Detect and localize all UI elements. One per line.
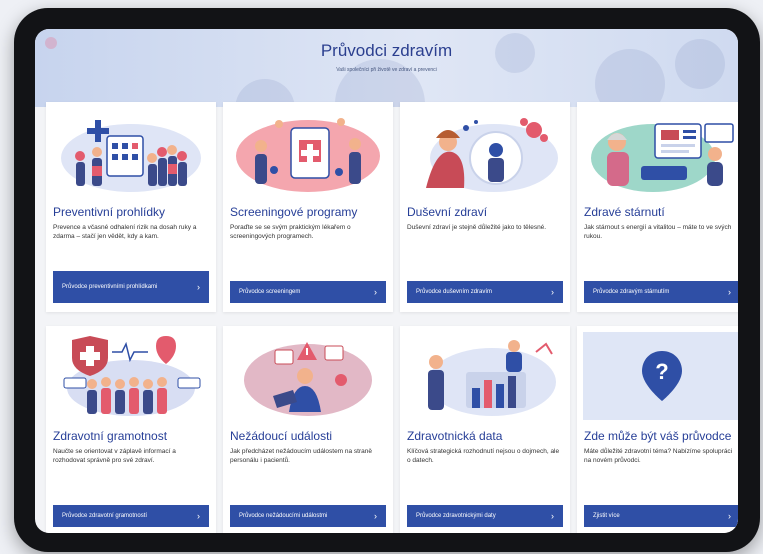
card-description: Duševní zdraví je stejně důležité jako t… [407,224,547,231]
button-label: Průvodce preventivními prohlídkami [62,284,158,290]
page-subtitle: Vaši společníci při životě ve zdraví a p… [336,67,437,73]
guide-button-dusevni-zdravi[interactable]: Průvodce duševním zdravím › [407,281,563,303]
learn-more-button[interactable]: Zjistit více › [584,505,738,527]
button-label: Zjistit více [593,513,620,519]
page-header: Průvodci zdravím Vaši společníci při živ… [35,29,738,107]
guide-button-zdrave-starnuti[interactable]: Průvodce zdravým stárnutím › [584,281,738,303]
guide-card-zdrave-starnuti: Zdravé stárnutí Jak stárnout s energií a… [577,102,738,312]
card-description: Jak stárnout s energií a vitalitou – mát… [584,224,732,240]
guide-button-zdravotnicka-data[interactable]: Průvodce zdravotnickými daty › [407,505,563,527]
guide-button-nezadouci-udalosti[interactable]: Průvodce nežádoucími událostmi › [230,505,386,527]
app-screen: Průvodci zdravím Vaši společníci při živ… [35,29,738,533]
guide-card-screeningove-programy: Screeningové programy Poraďte se se svým… [223,102,393,312]
question-pin-icon: ? [642,351,682,401]
guide-card-nezadouci-udalosti: Nežádoucí události Jak předcházet nežádo… [223,326,393,533]
healthy-ageing-illustration [591,123,734,192]
guide-card-dusevni-zdravi: Duševní zdraví Duševní zdraví je stejně … [400,102,570,312]
chevron-right-icon: › [728,511,731,521]
guide-button-zdravotni-gramotnost[interactable]: Průvodce zdravotní gramotností › [53,505,209,527]
card-title: Preventivní prohlídky [53,205,166,219]
card-description: Máte důležité zdravotní téma? Nabízíme s… [584,448,733,464]
chevron-right-icon: › [374,511,377,521]
card-description: Jak předcházet nežádoucím událostem na s… [230,448,373,464]
button-label: Průvodce nežádoucími událostmi [239,513,328,519]
preventive-checkup-illustration [61,120,201,192]
mental-health-illustration [426,118,558,192]
svg-text:?: ? [655,359,668,384]
button-label: Průvodce zdravotnickými daty [416,513,496,519]
card-title: Duševní zdraví [407,205,488,219]
card-title: Zdravotnická data [407,429,503,443]
chevron-right-icon: › [551,511,554,521]
chevron-right-icon: › [374,287,377,297]
chevron-right-icon: › [728,287,731,297]
guide-button-preventivni-prohlidky[interactable]: Průvodce preventivními prohlídkami › [53,271,209,303]
chevron-right-icon: › [197,511,200,521]
guide-card-zdravotnicka-data: Zdravotnická data Klíčová strategická ro… [400,326,570,533]
tablet-frame: Průvodci zdravím Vaši společníci při živ… [14,8,760,552]
card-description: Prevence a včasné odhalení rizik na dosa… [53,224,197,240]
adverse-events-illustration [244,342,372,416]
chevron-right-icon: › [197,282,200,292]
card-description: Klíčová strategická rozhodnutí nejsou o … [407,448,560,464]
guide-button-screening[interactable]: Průvodce screeningem › [230,281,386,303]
guide-grid: Preventivní prohlídky Prevence a včasné … [46,102,738,533]
guide-card-preventivni-prohlidky: Preventivní prohlídky Prevence a včasné … [46,102,216,312]
chevron-right-icon: › [551,287,554,297]
card-title: Zde může být váš průvodce [584,429,732,443]
page-title: Průvodci zdravím [320,41,453,60]
button-label: Průvodce duševním zdravím [416,289,493,295]
card-title: Zdravé stárnutí [584,205,665,219]
health-literacy-illustration [63,336,201,416]
card-title: Zdravotní gramotnost [53,429,168,443]
card-title: Screeningové programy [230,205,358,219]
health-data-illustration [428,340,556,416]
card-title: Nežádoucí události [230,429,333,443]
guide-card-zdravotni-gramotnost: Zdravotní gramotnost Naučte se orientova… [46,326,216,533]
button-label: Průvodce screeningem [239,289,301,295]
guide-card-vas-pruvodce: ? Zde může být váš průvodce Máte důležit… [577,326,738,533]
button-label: Průvodce zdravotní gramotností [62,513,148,519]
card-description: Poraďte se se svým praktickým lékařem o … [230,224,351,240]
help-illustration: ? [583,332,738,420]
card-description: Naučte se orientovat v záplavě informací… [53,448,176,464]
screening-illustration [236,118,380,192]
button-label: Průvodce zdravým stárnutím [593,289,670,295]
